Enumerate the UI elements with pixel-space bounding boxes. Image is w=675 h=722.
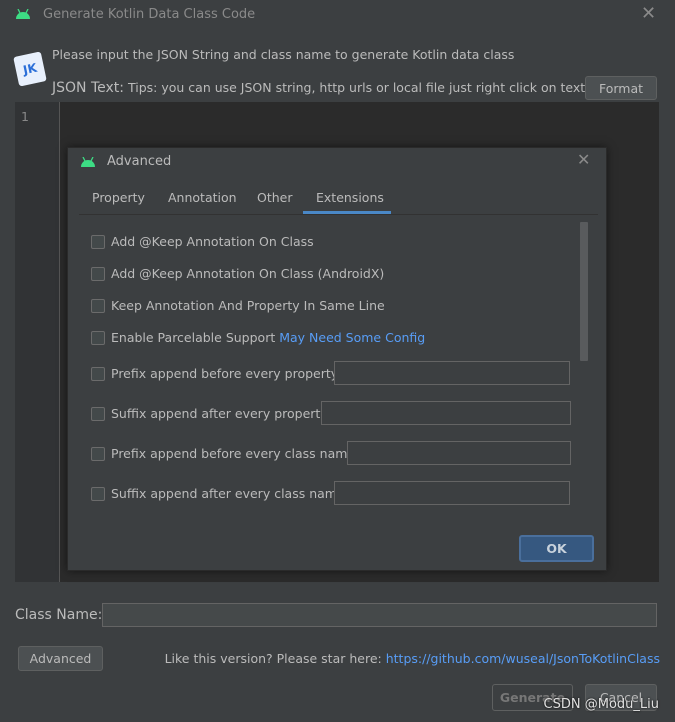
json-text-header: JSON Text: Tips: you can use JSON string… xyxy=(52,80,617,96)
tab-other[interactable]: Other xyxy=(257,190,293,205)
android-icon xyxy=(81,157,95,167)
tab-annotation[interactable]: Annotation xyxy=(168,190,237,205)
suffix-class-input[interactable] xyxy=(334,481,570,505)
star-text: Like this version? Please star here: xyxy=(164,651,382,666)
scrollbar[interactable] xyxy=(580,222,588,361)
ok-button[interactable]: OK xyxy=(519,535,594,562)
prefix-property-label: Prefix append before every property: xyxy=(111,366,342,381)
parcelable-checkbox[interactable] xyxy=(91,331,105,345)
prefix-class-label: Prefix append before every class name: xyxy=(111,446,360,461)
github-link[interactable]: https://github.com/wuseal/JsonToKotlinCl… xyxy=(386,651,660,666)
keep-annotation-label: Add @Keep Annotation On Class xyxy=(111,234,314,249)
tab-property[interactable]: Property xyxy=(92,190,145,205)
advanced-dialog: Advanced ✕ Property Annotation Other Ext… xyxy=(67,147,607,571)
dialog-close-icon[interactable]: ✕ xyxy=(577,150,590,169)
prefix-class-input[interactable] xyxy=(347,441,571,465)
tab-divider xyxy=(79,214,598,215)
plugin-logo-icon: JK xyxy=(13,51,47,87)
suffix-class-label: Suffix append after every class name: xyxy=(111,486,349,501)
same-line-label: Keep Annotation And Property In Same Lin… xyxy=(111,298,385,313)
keep-annotation-checkbox[interactable] xyxy=(91,235,105,249)
suffix-property-label: Suffix append after every property: xyxy=(111,406,332,421)
format-button[interactable]: Format xyxy=(585,76,657,100)
prefix-class-checkbox[interactable] xyxy=(91,447,105,461)
class-name-input[interactable] xyxy=(102,603,657,627)
prefix-property-checkbox[interactable] xyxy=(91,367,105,381)
keep-androidx-checkbox[interactable] xyxy=(91,267,105,281)
close-icon[interactable]: ✕ xyxy=(641,3,656,24)
suffix-class-checkbox[interactable] xyxy=(91,487,105,501)
prefix-property-input[interactable] xyxy=(334,361,570,385)
advanced-button[interactable]: Advanced xyxy=(18,646,103,671)
parcelable-row: Enable Parcelable Support May Need Some … xyxy=(111,330,425,345)
star-row: Like this version? Please star here: htt… xyxy=(165,651,660,666)
same-line-checkbox[interactable] xyxy=(91,299,105,313)
editor-gutter: 1 xyxy=(15,102,60,582)
json-text-label: JSON Text: xyxy=(52,80,124,96)
dialog-title: Advanced xyxy=(107,154,172,169)
parcelable-config-link[interactable]: May Need Some Config xyxy=(279,330,425,345)
window-title: Generate Kotlin Data Class Code xyxy=(43,7,256,22)
tips-text: Tips: you can use JSON string, http urls… xyxy=(127,80,618,95)
suffix-property-checkbox[interactable] xyxy=(91,407,105,421)
parcelable-label: Enable Parcelable Support xyxy=(111,330,276,345)
android-icon xyxy=(16,9,30,19)
suffix-property-input[interactable] xyxy=(321,401,571,425)
keep-androidx-label: Add @Keep Annotation On Class (AndroidX) xyxy=(111,266,385,281)
class-name-label: Class Name: xyxy=(15,607,103,623)
tab-extensions[interactable]: Extensions xyxy=(316,190,384,205)
watermark: CSDN @Modu_Liu xyxy=(543,697,659,712)
description-text: Please input the JSON String and class n… xyxy=(52,47,515,62)
line-number: 1 xyxy=(21,109,29,124)
